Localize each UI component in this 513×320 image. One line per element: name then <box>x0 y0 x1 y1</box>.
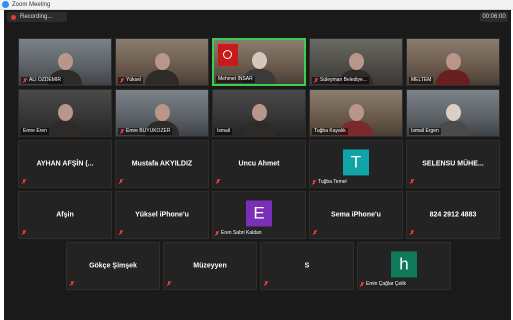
participant-name: Eren Sabri Kaldan <box>221 230 262 236</box>
participant-name: Emin Çağlar Çelik <box>366 281 407 287</box>
participant-tile[interactable]: Süleyman Belediye... <box>309 38 403 86</box>
participant-name: Uncu Ahmet <box>238 160 280 168</box>
participant-name: Mustafa AKYILDIZ <box>131 160 193 168</box>
muted-mic-icon <box>264 281 268 286</box>
muted-mic-icon <box>23 78 27 83</box>
participant-tile[interactable]: Mustafa AKYILDIZ <box>115 140 209 188</box>
participant-tile[interactable]: SELENSU MÜHE... <box>406 140 500 188</box>
muted-mic-icon <box>360 282 364 287</box>
participant-tile[interactable]: ALİ ÖZDEMİR <box>18 38 112 86</box>
participant-tile[interactable]: T Tuğba Temel <box>309 140 403 188</box>
participant-tile[interactable]: Gökçe Şimşek <box>66 242 160 290</box>
participant-tile[interactable]: MELTEM <box>406 38 500 86</box>
participant-tile-active-speaker[interactable]: Mehmet İNSAR <box>212 38 306 86</box>
avatar: h <box>391 251 417 278</box>
participant-name: S <box>304 262 310 270</box>
muted-mic-icon <box>312 180 316 185</box>
participant-name: Emre BÜYÜKÖZER <box>126 128 171 134</box>
muted-mic-icon <box>314 78 318 83</box>
participant-name: Sema iPhone'u <box>331 211 381 219</box>
participant-tile[interactable]: Müzeyyen <box>163 242 257 290</box>
avatar: T <box>343 149 369 176</box>
window-titlebar: Zoom Meeting <box>0 0 513 10</box>
participant-name: İsmail <box>217 128 231 134</box>
muted-mic-icon <box>313 230 317 235</box>
recording-indicator[interactable]: Recording... <box>7 12 67 22</box>
participant-tile[interactable]: 824 2912 4883 <box>406 191 500 239</box>
participant-tile[interactable]: S <box>260 242 354 290</box>
recording-dot-icon <box>11 14 16 20</box>
participant-name: MELTEM <box>411 77 432 83</box>
participant-tile[interactable]: İsmail <box>212 89 306 137</box>
muted-mic-icon <box>120 129 124 134</box>
muted-mic-icon <box>410 179 414 184</box>
participant-name: 824 2912 4883 <box>429 211 477 219</box>
participant-tile[interactable]: Sema iPhone'u <box>309 191 403 239</box>
meeting-timer: 00:06:00 <box>480 12 508 22</box>
recording-label: Recording... <box>20 14 53 20</box>
participant-name: Yüksel iPhone'u <box>135 211 189 219</box>
muted-mic-icon <box>215 231 219 236</box>
participant-tile[interactable]: Tuğba Kayalık <box>309 89 403 137</box>
participant-tile[interactable]: E Eren Sabri Kaldan <box>212 191 306 239</box>
participant-name: Tuğba Kayalık <box>314 128 346 134</box>
participant-name: Afşin <box>56 211 74 219</box>
participant-name: Mehmet İNSAR <box>218 76 253 82</box>
participant-tile[interactable]: Emre Eren <box>18 89 112 137</box>
participant-video <box>242 102 276 136</box>
participant-tile[interactable]: Yüksel <box>115 38 209 86</box>
meeting-window: Recording... 00:06:00 ALİ ÖZDEMİR Yüksel… <box>4 10 511 320</box>
participant-name: İsmail Ergen <box>411 128 439 134</box>
muted-mic-icon <box>70 281 74 286</box>
participant-name: Gökçe Şimşek <box>89 262 137 270</box>
zoom-logo-icon <box>2 1 9 8</box>
participant-name: AYHAN AFŞİN (... <box>36 160 94 168</box>
participant-video <box>436 51 470 85</box>
participant-video <box>48 102 82 136</box>
participant-tile[interactable]: Emre BÜYÜKÖZER <box>115 89 209 137</box>
participant-video <box>436 102 470 136</box>
participant-name: Müzeyyen <box>193 262 227 270</box>
participant-name: Emre Eren <box>23 128 47 134</box>
muted-mic-icon <box>119 179 123 184</box>
muted-mic-icon <box>216 179 220 184</box>
muted-mic-icon <box>167 281 171 286</box>
window-title: Zoom Meeting <box>12 1 51 8</box>
muted-mic-icon <box>119 230 123 235</box>
muted-mic-icon <box>120 78 124 83</box>
participant-name: Süleyman Belediye... <box>320 77 367 83</box>
participant-tile[interactable]: AYHAN AFŞİN (... <box>18 140 112 188</box>
participant-name: SELENSU MÜHE... <box>422 160 484 168</box>
muted-mic-icon <box>22 230 26 235</box>
participant-tile[interactable]: h Emin Çağlar Çelik <box>357 242 451 290</box>
flag-icon <box>218 44 238 66</box>
participant-tile[interactable]: İsmail Ergen <box>406 89 500 137</box>
muted-mic-icon <box>410 230 414 235</box>
participant-tile[interactable]: Afşin <box>18 191 112 239</box>
participant-tile[interactable]: Yüksel iPhone'u <box>115 191 209 239</box>
muted-mic-icon <box>22 179 26 184</box>
avatar: E <box>246 200 272 227</box>
participant-video <box>145 51 179 85</box>
participant-name: ALİ ÖZDEMİR <box>29 77 61 83</box>
participant-name: Tuğba Temel <box>318 179 347 185</box>
participant-name: Yüksel <box>126 77 142 83</box>
participant-tile[interactable]: Uncu Ahmet <box>212 140 306 188</box>
